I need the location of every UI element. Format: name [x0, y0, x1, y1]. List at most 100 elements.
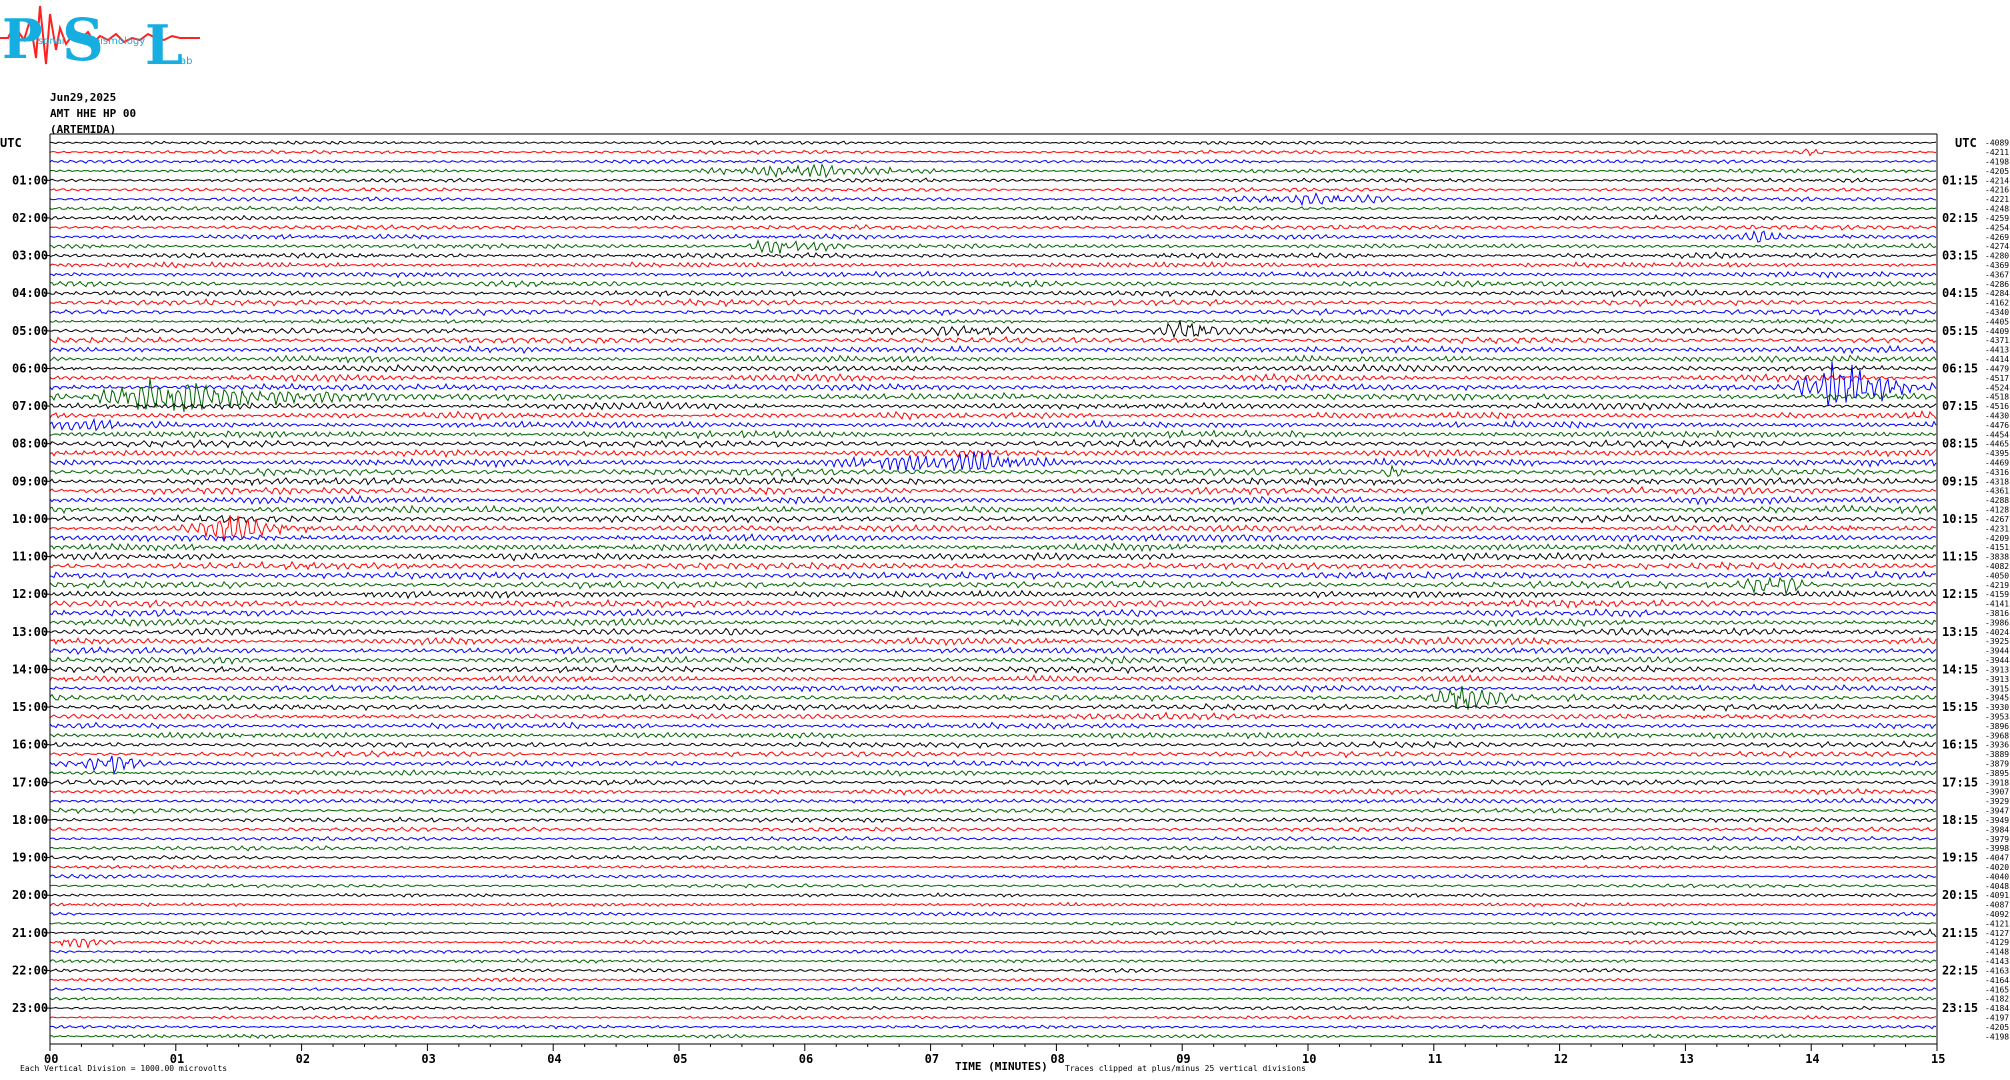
- trace-line: [49, 494, 1937, 506]
- trace-offset-label: -3913: [1985, 666, 2009, 675]
- trace-line: [49, 948, 1937, 955]
- trace-offset-label: -4367: [1985, 270, 2009, 279]
- left-hour-label: 17:00: [12, 775, 48, 789]
- trace-offset-label: -4288: [1985, 496, 2009, 505]
- trace-line: [49, 755, 1937, 776]
- trace-layer: [49, 140, 1937, 1040]
- trace-line: [49, 279, 1937, 288]
- trace-line: [49, 636, 1937, 647]
- left-hour-label: 20:00: [12, 888, 48, 902]
- trace-line: [49, 1033, 1937, 1040]
- trace-line: [50, 186, 1937, 193]
- trace-line: [49, 251, 1937, 260]
- trace-line: [49, 986, 1937, 992]
- trace-line: [49, 589, 1937, 600]
- x-tick-label: 15: [1931, 1052, 1945, 1066]
- trace-offset-label: -3895: [1985, 769, 2009, 778]
- trace-line: [49, 928, 1937, 938]
- left-hour-label: 04:00: [12, 286, 48, 300]
- trace-offset-label: -3998: [1985, 844, 2009, 853]
- trace-offset-label: -4205: [1985, 167, 2009, 176]
- x-tick-label: 05: [673, 1052, 687, 1066]
- x-tick-label: 14: [1805, 1052, 1819, 1066]
- trace-line: [49, 429, 1937, 440]
- trace-offset-label: -3918: [1985, 778, 2009, 787]
- trace-offset-label: -3984: [1985, 825, 2009, 834]
- trace-line: [49, 854, 1937, 861]
- trace-line: [49, 901, 1937, 908]
- trace-line: [49, 400, 1937, 411]
- x-tick-label: 02: [296, 1052, 310, 1066]
- trace-line: [49, 778, 1937, 786]
- trace-line: [49, 335, 1937, 345]
- x-tick-label: 04: [547, 1052, 561, 1066]
- trace-line: [49, 158, 1937, 165]
- trace-offset-label: -4020: [1985, 863, 2009, 872]
- right-hour-label: 23:15: [1942, 1001, 1978, 1015]
- trace-offset-label: -4280: [1985, 252, 2009, 261]
- trace-offset-label: -4143: [1985, 957, 2009, 966]
- trace-offset-label: -4047: [1985, 854, 2009, 863]
- trace-offset-label: -4469: [1985, 459, 2009, 468]
- trace-offset-label: -3913: [1985, 675, 2009, 684]
- trace-line: [49, 229, 1937, 243]
- trace-line: [49, 797, 1937, 805]
- trace-offset-label: -4248: [1985, 205, 2009, 214]
- trace-line: [49, 560, 1937, 571]
- x-tick-label: 13: [1679, 1052, 1693, 1066]
- trace-offset-label: -3816: [1985, 609, 2009, 618]
- trace-line: [49, 616, 1937, 628]
- right-hour-label: 04:15: [1942, 286, 1978, 300]
- trace-offset-label: -3945: [1985, 694, 2009, 703]
- trace-offset-label: -4198: [1985, 158, 2009, 167]
- trace-offset-label: -4340: [1985, 308, 2009, 317]
- trace-line: [49, 148, 1937, 157]
- trace-line: [49, 826, 1937, 833]
- trace-line: [49, 542, 1937, 553]
- trace-offset-label: -3979: [1985, 835, 2009, 844]
- x-tick-label: 08: [1050, 1052, 1064, 1066]
- trace-offset-label: -4395: [1985, 449, 2009, 458]
- trace-offset-label: -4259: [1985, 214, 2009, 223]
- trace-offset-label: -4163: [1985, 967, 2009, 976]
- trace-offset-label: -4048: [1985, 882, 2009, 891]
- trace-line: [49, 205, 1937, 212]
- left-hour-label: 22:00: [12, 964, 48, 978]
- trace-line: [49, 996, 1937, 1002]
- trace-offset-label: -3925: [1985, 637, 2009, 646]
- trace-offset-label: -3953: [1985, 713, 2009, 722]
- trace-line: [49, 683, 1936, 693]
- trace-line: [49, 816, 1937, 824]
- trace-offset-label: -3896: [1985, 722, 2009, 731]
- trace-offset-label: -4361: [1985, 487, 2009, 496]
- trace-offset-label: -4413: [1985, 346, 2009, 355]
- trace-line: [49, 967, 1937, 973]
- trace-offset-label: -3944: [1985, 656, 2009, 665]
- trace-offset-label: -4141: [1985, 600, 2009, 609]
- trace-line: [49, 750, 1937, 759]
- trace-line: [49, 576, 1937, 595]
- right-hour-label: 12:15: [1942, 587, 1978, 601]
- trace-line: [49, 298, 1937, 308]
- trace-line: [49, 308, 1937, 317]
- right-hour-label: 22:15: [1942, 964, 1978, 978]
- trace-offset-label: -4211: [1985, 148, 2009, 157]
- right-hour-label: 08:15: [1942, 437, 1978, 451]
- left-hour-label: 01:00: [12, 173, 48, 187]
- right-hour-label: 15:15: [1942, 700, 1978, 714]
- trace-line: [49, 438, 1937, 449]
- trace-line: [49, 731, 1937, 740]
- trace-line: [49, 551, 1937, 562]
- trace-line: [49, 958, 1937, 964]
- left-hour-label: 05:00: [12, 324, 48, 338]
- trace-offset-label: -4165: [1985, 985, 2009, 994]
- trace-line: [49, 261, 1937, 269]
- trace-line: [49, 664, 1937, 675]
- trace-line: [50, 320, 1937, 339]
- left-hour-label: 16:00: [12, 738, 48, 752]
- trace-offset-label: -3936: [1985, 741, 2009, 750]
- trace-line: [49, 845, 1937, 852]
- left-hour-label: 21:00: [12, 926, 48, 940]
- trace-offset-label: -4127: [1985, 929, 2009, 938]
- trace-offset-label: -4121: [1985, 919, 2009, 928]
